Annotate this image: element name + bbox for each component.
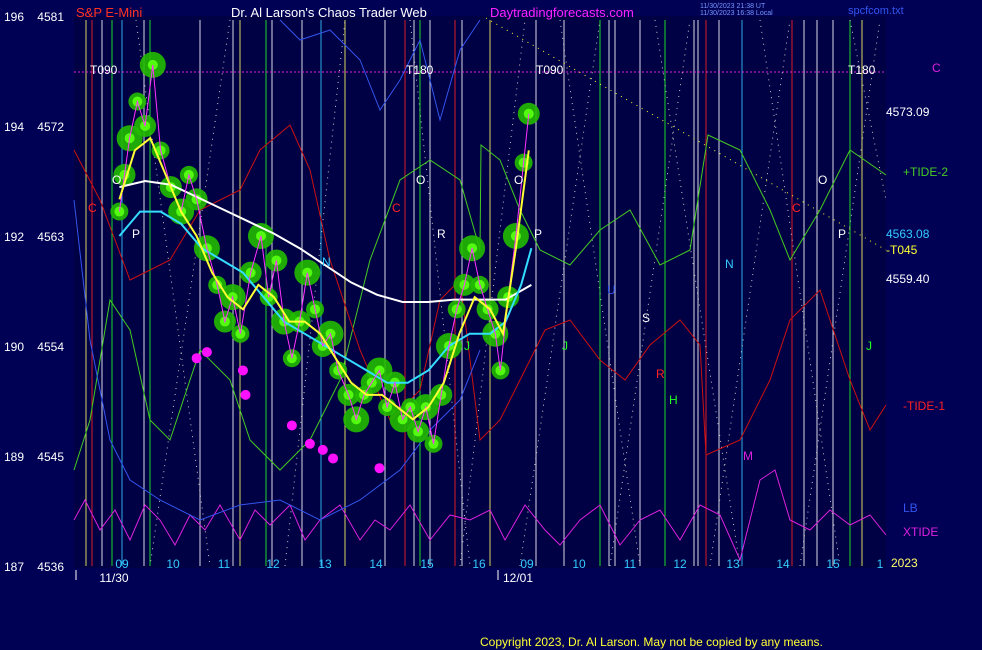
timing-label: T180 <box>848 63 876 77</box>
x-hour-label: 13 <box>726 557 740 571</box>
x-hour-label: 12 <box>673 557 687 571</box>
date-label: 11/30 <box>99 571 128 585</box>
low-marker <box>240 389 251 400</box>
y-tick-label: 4554 <box>37 340 64 354</box>
cycle-letter: O <box>818 173 827 187</box>
x-hour-label: 11 <box>624 557 637 571</box>
timing-label: T180 <box>406 63 434 77</box>
x-hour-label: 11 <box>218 557 231 571</box>
right-price-label: 4573.09 <box>886 105 930 119</box>
series-label: +TIDE-2 <box>903 165 948 179</box>
x-hour-label: 14 <box>776 557 790 571</box>
x-hour-label: 15 <box>826 557 840 571</box>
x-hour-label: 09 <box>115 557 129 571</box>
low-marker <box>286 420 297 431</box>
y-tick-prefix: 189 <box>4 450 24 464</box>
series-label: C <box>932 61 941 75</box>
low-marker <box>201 347 212 358</box>
y-tick-prefix: 187 <box>4 560 24 574</box>
cycle-letter: O <box>416 173 425 187</box>
right-price-label: 4563.08 <box>886 227 930 241</box>
cycle-letter: R <box>437 227 446 241</box>
y-tick-prefix: 192 <box>4 230 24 244</box>
y-tick-prefix: 194 <box>4 120 24 134</box>
low-marker <box>237 365 248 376</box>
low-marker <box>317 444 328 455</box>
timing-label: T090 <box>536 63 564 77</box>
site-link[interactable]: Daytradingforecasts.com <box>490 5 634 20</box>
y-tick-prefix: 190 <box>4 340 24 354</box>
page-title: Dr. Al Larson's Chaos Trader Web <box>231 5 427 20</box>
cycle-letter: J <box>866 339 872 353</box>
instrument-title: S&P E-Mini <box>76 5 142 20</box>
timestamp-ut: 11/30/2023 21:38 UT <box>700 3 766 10</box>
x-hour-label: 15 <box>420 557 434 571</box>
chaos-trader-chart: 196 4581 194 4572 192 4563 190 4554 189 4545 187 45… <box>4 3 948 649</box>
right-price-label: 4559.40 <box>886 272 930 286</box>
copyright-text: Copyright 2023, Dr. Al Larson. May not b… <box>480 635 823 649</box>
series-label: -TIDE-1 <box>903 399 945 413</box>
x-hour-label: 13 <box>318 557 332 571</box>
cycle-letter: N <box>725 257 734 271</box>
low-marker <box>304 438 315 449</box>
cycle-letter: U <box>607 283 616 297</box>
y-tick-label: 4563 <box>37 230 64 244</box>
file-name: spcfcom.txt <box>848 5 904 17</box>
cycle-letter: S <box>642 311 650 325</box>
y-tick-label: 4536 <box>37 560 64 574</box>
cycle-letter: O <box>112 173 121 187</box>
date-label: 12/01 <box>503 571 533 585</box>
cycle-letter: R <box>656 367 665 381</box>
x-hour-label: 12 <box>266 557 280 571</box>
cycle-letter: M <box>743 449 753 463</box>
x-hour-label: 1 <box>877 557 884 571</box>
y-tick-prefix: 196 <box>4 10 24 24</box>
timestamp-local: 11/30/2023 16:38 Local <box>700 10 773 17</box>
y-tick-label: 4581 <box>37 10 64 24</box>
series-label: XTIDE <box>903 525 938 539</box>
cycle-letter: P <box>534 227 542 241</box>
x-hour-label: 16 <box>472 557 486 571</box>
cycle-letter: P <box>132 227 140 241</box>
timing-label: T090 <box>90 63 118 77</box>
cycle-letter: H <box>669 393 678 407</box>
low-marker <box>328 453 339 464</box>
cycle-letter: O <box>514 173 523 187</box>
cycle-letter: J <box>562 339 568 353</box>
cycle-letter: N <box>322 255 331 269</box>
cycle-letter: C <box>792 201 801 215</box>
x-hour-label: 14 <box>369 557 383 571</box>
series-label: LB <box>903 501 918 515</box>
x-hour-label: 10 <box>166 557 180 571</box>
year-label: 2023 <box>891 556 918 570</box>
low-marker <box>374 463 385 474</box>
cycle-letter: C <box>392 201 401 215</box>
cycle-letter: J <box>464 339 470 353</box>
x-hour-label: 09 <box>520 557 534 571</box>
x-hour-label: 10 <box>572 557 586 571</box>
cycle-letter: P <box>838 227 846 241</box>
y-tick-label: 4545 <box>37 450 64 464</box>
y-tick-label: 4572 <box>37 120 64 134</box>
right-price-label: -T045 <box>886 243 918 257</box>
cycle-letter: C <box>88 201 97 215</box>
low-marker <box>191 353 202 364</box>
